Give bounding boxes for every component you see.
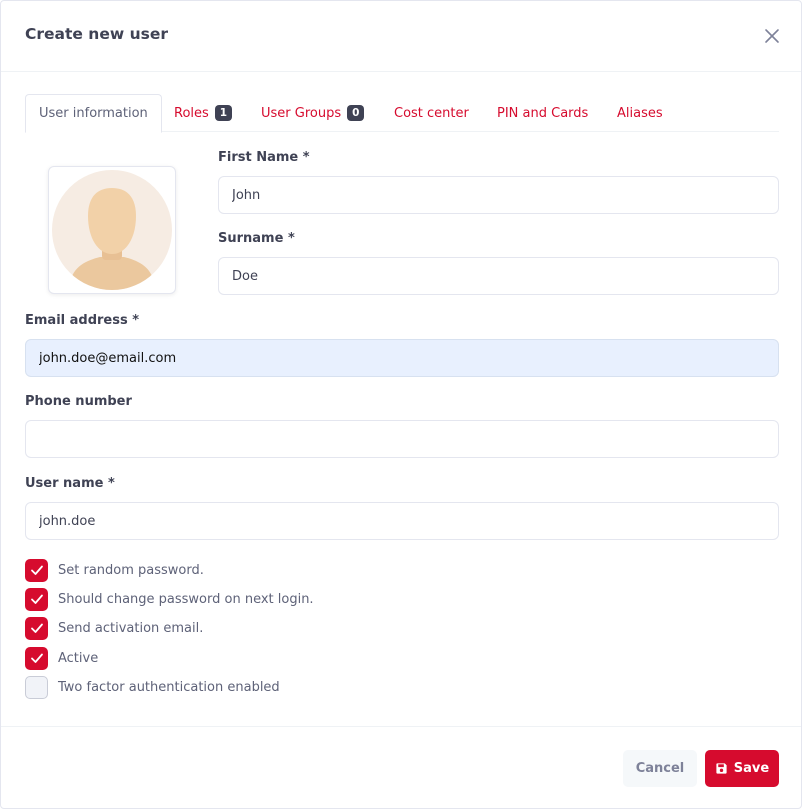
option-send-activation-email[interactable]: Send activation email. — [25, 616, 203, 640]
dialog-footer: Cancel Save — [1, 726, 801, 808]
save-button-label: Save — [733, 761, 770, 776]
close-button[interactable] — [761, 25, 783, 47]
email-label: Email address * — [25, 313, 140, 328]
checkbox-label: Set random password. — [58, 562, 204, 578]
phone-input[interactable] — [25, 420, 779, 458]
cancel-button-label: Cancel — [635, 761, 685, 776]
check-icon — [30, 623, 43, 633]
avatar-placeholder-icon — [52, 170, 172, 290]
tab-label: Aliases — [617, 105, 663, 121]
checkbox-checked[interactable] — [25, 646, 48, 670]
roles-count-badge: 1 — [214, 105, 233, 121]
checkbox-label: Send activation email. — [58, 620, 204, 636]
create-user-dialog: Create new user User information Roles 1… — [0, 0, 802, 809]
first-name-input[interactable] — [218, 176, 779, 214]
tab-label: Cost center — [394, 105, 469, 121]
tab-user-groups[interactable]: User Groups 0 — [261, 94, 365, 132]
tab-label: User information — [39, 106, 148, 121]
floppy-disk-icon — [716, 763, 727, 774]
dialog-title: Create new user — [25, 25, 168, 43]
checkbox-checked[interactable] — [25, 587, 48, 611]
tab-aliases[interactable]: Aliases — [617, 94, 663, 132]
avatar-upload[interactable] — [48, 166, 176, 294]
tab-label: User Groups — [261, 105, 342, 121]
check-icon — [30, 565, 43, 575]
surname-input[interactable] — [218, 257, 779, 295]
close-icon — [765, 29, 779, 43]
checkbox-label: Should change password on next login. — [58, 591, 314, 607]
phone-label: Phone number — [25, 394, 132, 409]
save-button[interactable]: Save — [705, 750, 779, 787]
checkbox-checked[interactable] — [25, 558, 48, 582]
tab-cost-center[interactable]: Cost center — [394, 94, 469, 132]
option-set-random-password[interactable]: Set random password. — [25, 558, 204, 582]
checkbox-unchecked[interactable] — [25, 675, 48, 699]
tab-label: PIN and Cards — [497, 105, 589, 121]
tab-bar: User information Roles 1 User Groups 0 C… — [25, 94, 779, 133]
email-input[interactable] — [25, 339, 779, 377]
checkbox-checked[interactable] — [25, 616, 48, 640]
checkbox-label: Active — [58, 650, 99, 666]
option-change-password-next-login[interactable]: Should change password on next login. — [25, 587, 314, 611]
username-input[interactable] — [25, 502, 779, 540]
tab-user-information[interactable]: User information — [25, 94, 162, 133]
tab-roles[interactable]: Roles 1 — [174, 94, 233, 132]
checkbox-label: Two factor authentication enabled — [58, 679, 280, 695]
user-groups-count-badge: 0 — [347, 105, 365, 121]
cancel-button[interactable]: Cancel — [623, 750, 697, 787]
dialog-header: Create new user — [1, 1, 801, 72]
option-two-factor-authentication[interactable]: Two factor authentication enabled — [25, 675, 280, 699]
first-name-label: First Name * — [218, 150, 310, 165]
check-icon — [30, 653, 43, 663]
option-active[interactable]: Active — [25, 646, 98, 670]
tab-pin-and-cards[interactable]: PIN and Cards — [497, 94, 588, 132]
username-label: User name * — [25, 476, 115, 491]
surname-label: Surname * — [218, 231, 295, 246]
tab-label: Roles — [174, 105, 209, 121]
check-icon — [30, 594, 43, 604]
